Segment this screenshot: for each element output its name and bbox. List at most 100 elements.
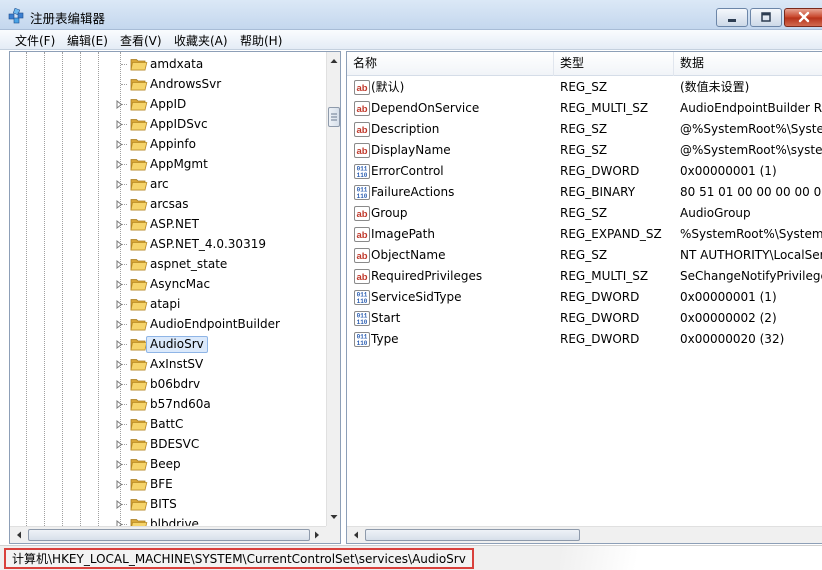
expand-arrow-icon[interactable]	[116, 160, 123, 169]
expand-arrow-icon[interactable]	[116, 360, 123, 369]
list-item[interactable]: ab DisplayName REG_SZ @%SystemRoot%\system3…	[347, 140, 822, 161]
tree-item[interactable]: AudioSrv	[10, 334, 326, 354]
tree-item[interactable]: arc	[10, 174, 326, 194]
tree-item[interactable]: AppID	[10, 94, 326, 114]
expand-arrow-icon[interactable]	[116, 440, 123, 449]
expand-arrow-icon[interactable]	[116, 100, 123, 109]
expand-arrow-icon[interactable]	[116, 460, 123, 469]
list-item[interactable]: ab RequiredPrivileges REG_MULTI_SZ SeChange…	[347, 266, 822, 287]
menu-help[interactable]: 帮助(H)	[240, 32, 282, 49]
expand-arrow-icon[interactable]	[116, 280, 123, 289]
registry-value-list[interactable]: 名称 类型 数据 ab (默认) REG_SZ (数值未设置) ab DependOnSe…	[346, 51, 822, 544]
list-item[interactable]: ab Description REG_SZ @%SystemRoot%\System3…	[347, 119, 822, 140]
expand-arrow-icon[interactable]	[116, 500, 123, 509]
list-item[interactable]: 011 110 Start REG_DWORD 0x00000002 (2)	[347, 308, 822, 329]
expand-arrow-icon[interactable]	[116, 120, 123, 129]
expand-arrow-icon[interactable]	[116, 480, 123, 489]
tree-item[interactable]: BDESVC	[10, 434, 326, 454]
list-item[interactable]: ab ImagePath REG_EXPAND_SZ %SystemRoot%\Sys…	[347, 224, 822, 245]
minimize-icon	[728, 19, 736, 22]
tree-item[interactable]: amdxata	[10, 54, 326, 74]
menu-view[interactable]: 查看(V)	[120, 32, 162, 49]
tree-item[interactable]: AxInstSV	[10, 354, 326, 374]
tree-item[interactable]: aspnet_state	[10, 254, 326, 274]
value-data: 80 51 01 00 00 00 00 00 00 00 00 00	[680, 185, 822, 199]
list-item[interactable]: 011 110 FailureActions REG_BINARY 80 51 01 0…	[347, 182, 822, 203]
minimize-button[interactable]	[716, 8, 748, 27]
value-name: ErrorControl	[371, 164, 444, 178]
menu-edit[interactable]: 编辑(E)	[67, 32, 108, 49]
scroll-left-arrow-icon[interactable]	[12, 528, 26, 542]
list-item[interactable]: 011 110 Type REG_DWORD 0x00000020 (32)	[347, 329, 822, 350]
binary-value-icon: 011110	[354, 311, 370, 326]
expand-arrow-icon[interactable]	[116, 180, 123, 189]
expand-arrow-icon[interactable]	[116, 140, 123, 149]
expand-arrow-icon[interactable]	[116, 400, 123, 409]
expand-arrow-icon[interactable]	[116, 260, 123, 269]
tree-item[interactable]: Beep	[10, 454, 326, 474]
expand-arrow-icon[interactable]	[116, 380, 123, 389]
tree-item[interactable]: blbdrive	[10, 514, 326, 526]
string-value-icon: ab	[354, 206, 370, 221]
title-bar[interactable]: 注册表编辑器	[0, 0, 822, 30]
close-button[interactable]	[784, 8, 822, 27]
tree-horizontal-scrollbar[interactable]	[10, 526, 326, 543]
list-item[interactable]: 011 110 ServiceSidType REG_DWORD 0x00000001 …	[347, 287, 822, 308]
tree-item[interactable]: arcsas	[10, 194, 326, 214]
scroll-left-arrow-icon[interactable]	[349, 528, 363, 542]
expand-arrow-icon[interactable]	[116, 240, 123, 249]
value-type: REG_MULTI_SZ	[560, 101, 649, 115]
tree-item[interactable]: b06bdrv	[10, 374, 326, 394]
tree-item[interactable]: AsyncMac	[10, 274, 326, 294]
menu-favorites[interactable]: 收藏夹(A)	[174, 32, 228, 49]
list-item[interactable]: 011 110 ErrorControl REG_DWORD 0x00000001 (1…	[347, 161, 822, 182]
tree-vertical-scroll-thumb[interactable]	[328, 107, 340, 127]
value-data: AudioEndpointBuilder RpcSs	[680, 101, 822, 115]
list-horizontal-scrollbar[interactable]	[347, 526, 822, 543]
tree-vertical-scrollbar[interactable]	[326, 52, 340, 526]
expand-arrow-icon[interactable]	[116, 420, 123, 429]
tree-item[interactable]: ASP.NET_4.0.30319	[10, 234, 326, 254]
maximize-button[interactable]	[750, 8, 782, 27]
value-name: Description	[371, 122, 440, 136]
tree-item[interactable]: BFE	[10, 474, 326, 494]
tree-item[interactable]: atapi	[10, 294, 326, 314]
registry-key-tree[interactable]: amdxata AndrowsSvr AppID AppIDSvc Appinfo App…	[9, 51, 341, 544]
svg-text:110: 110	[357, 298, 368, 305]
tree-item[interactable]: Appinfo	[10, 134, 326, 154]
expand-arrow-icon[interactable]	[116, 200, 123, 209]
scroll-down-arrow-icon[interactable]	[327, 510, 341, 524]
tree-item[interactable]: AudioEndpointBuilder	[10, 314, 326, 334]
value-type: REG_SZ	[560, 80, 608, 94]
status-key-path: 计算机\HKEY_LOCAL_MACHINE\SYSTEM\CurrentCon…	[4, 548, 474, 569]
menu-file[interactable]: 文件(F)	[15, 32, 55, 49]
expand-arrow-icon[interactable]	[116, 320, 123, 329]
tree-item[interactable]: BITS	[10, 494, 326, 514]
scroll-right-arrow-icon[interactable]	[310, 528, 324, 542]
tree-item[interactable]: AndrowsSvr	[10, 74, 326, 94]
list-item[interactable]: ab (默认) REG_SZ (数值未设置)	[347, 77, 822, 98]
tree-horizontal-scroll-thumb[interactable]	[28, 529, 310, 541]
svg-text:ab: ab	[356, 230, 367, 241]
list-item[interactable]: ab DependOnService REG_MULTI_SZ AudioEndpoi…	[347, 98, 822, 119]
column-header-type[interactable]: 类型	[554, 52, 674, 76]
svg-text:110: 110	[357, 319, 368, 326]
string-value-icon: ab	[354, 227, 370, 242]
status-bar: 计算机\HKEY_LOCAL_MACHINE\SYSTEM\CurrentCon…	[0, 545, 822, 570]
expand-arrow-icon[interactable]	[116, 220, 123, 229]
scroll-up-arrow-icon[interactable]	[327, 54, 341, 68]
tree-item[interactable]: b57nd60a	[10, 394, 326, 414]
column-header-name[interactable]: 名称	[347, 52, 554, 76]
list-item[interactable]: ab Group REG_SZ AudioGroup	[347, 203, 822, 224]
tree-item[interactable]: ASP.NET	[10, 214, 326, 234]
tree-item-label: BDESVC	[150, 437, 200, 451]
tree-item[interactable]: AppIDSvc	[10, 114, 326, 134]
list-item[interactable]: ab ObjectName REG_SZ NT AUTHORITY\LocalServ…	[347, 245, 822, 266]
value-name: Type	[371, 332, 399, 346]
expand-arrow-icon[interactable]	[116, 300, 123, 309]
list-horizontal-scroll-thumb[interactable]	[365, 529, 580, 541]
expand-arrow-icon[interactable]	[116, 340, 123, 349]
tree-item[interactable]: AppMgmt	[10, 154, 326, 174]
column-header-data[interactable]: 数据	[674, 52, 822, 76]
tree-item[interactable]: BattC	[10, 414, 326, 434]
